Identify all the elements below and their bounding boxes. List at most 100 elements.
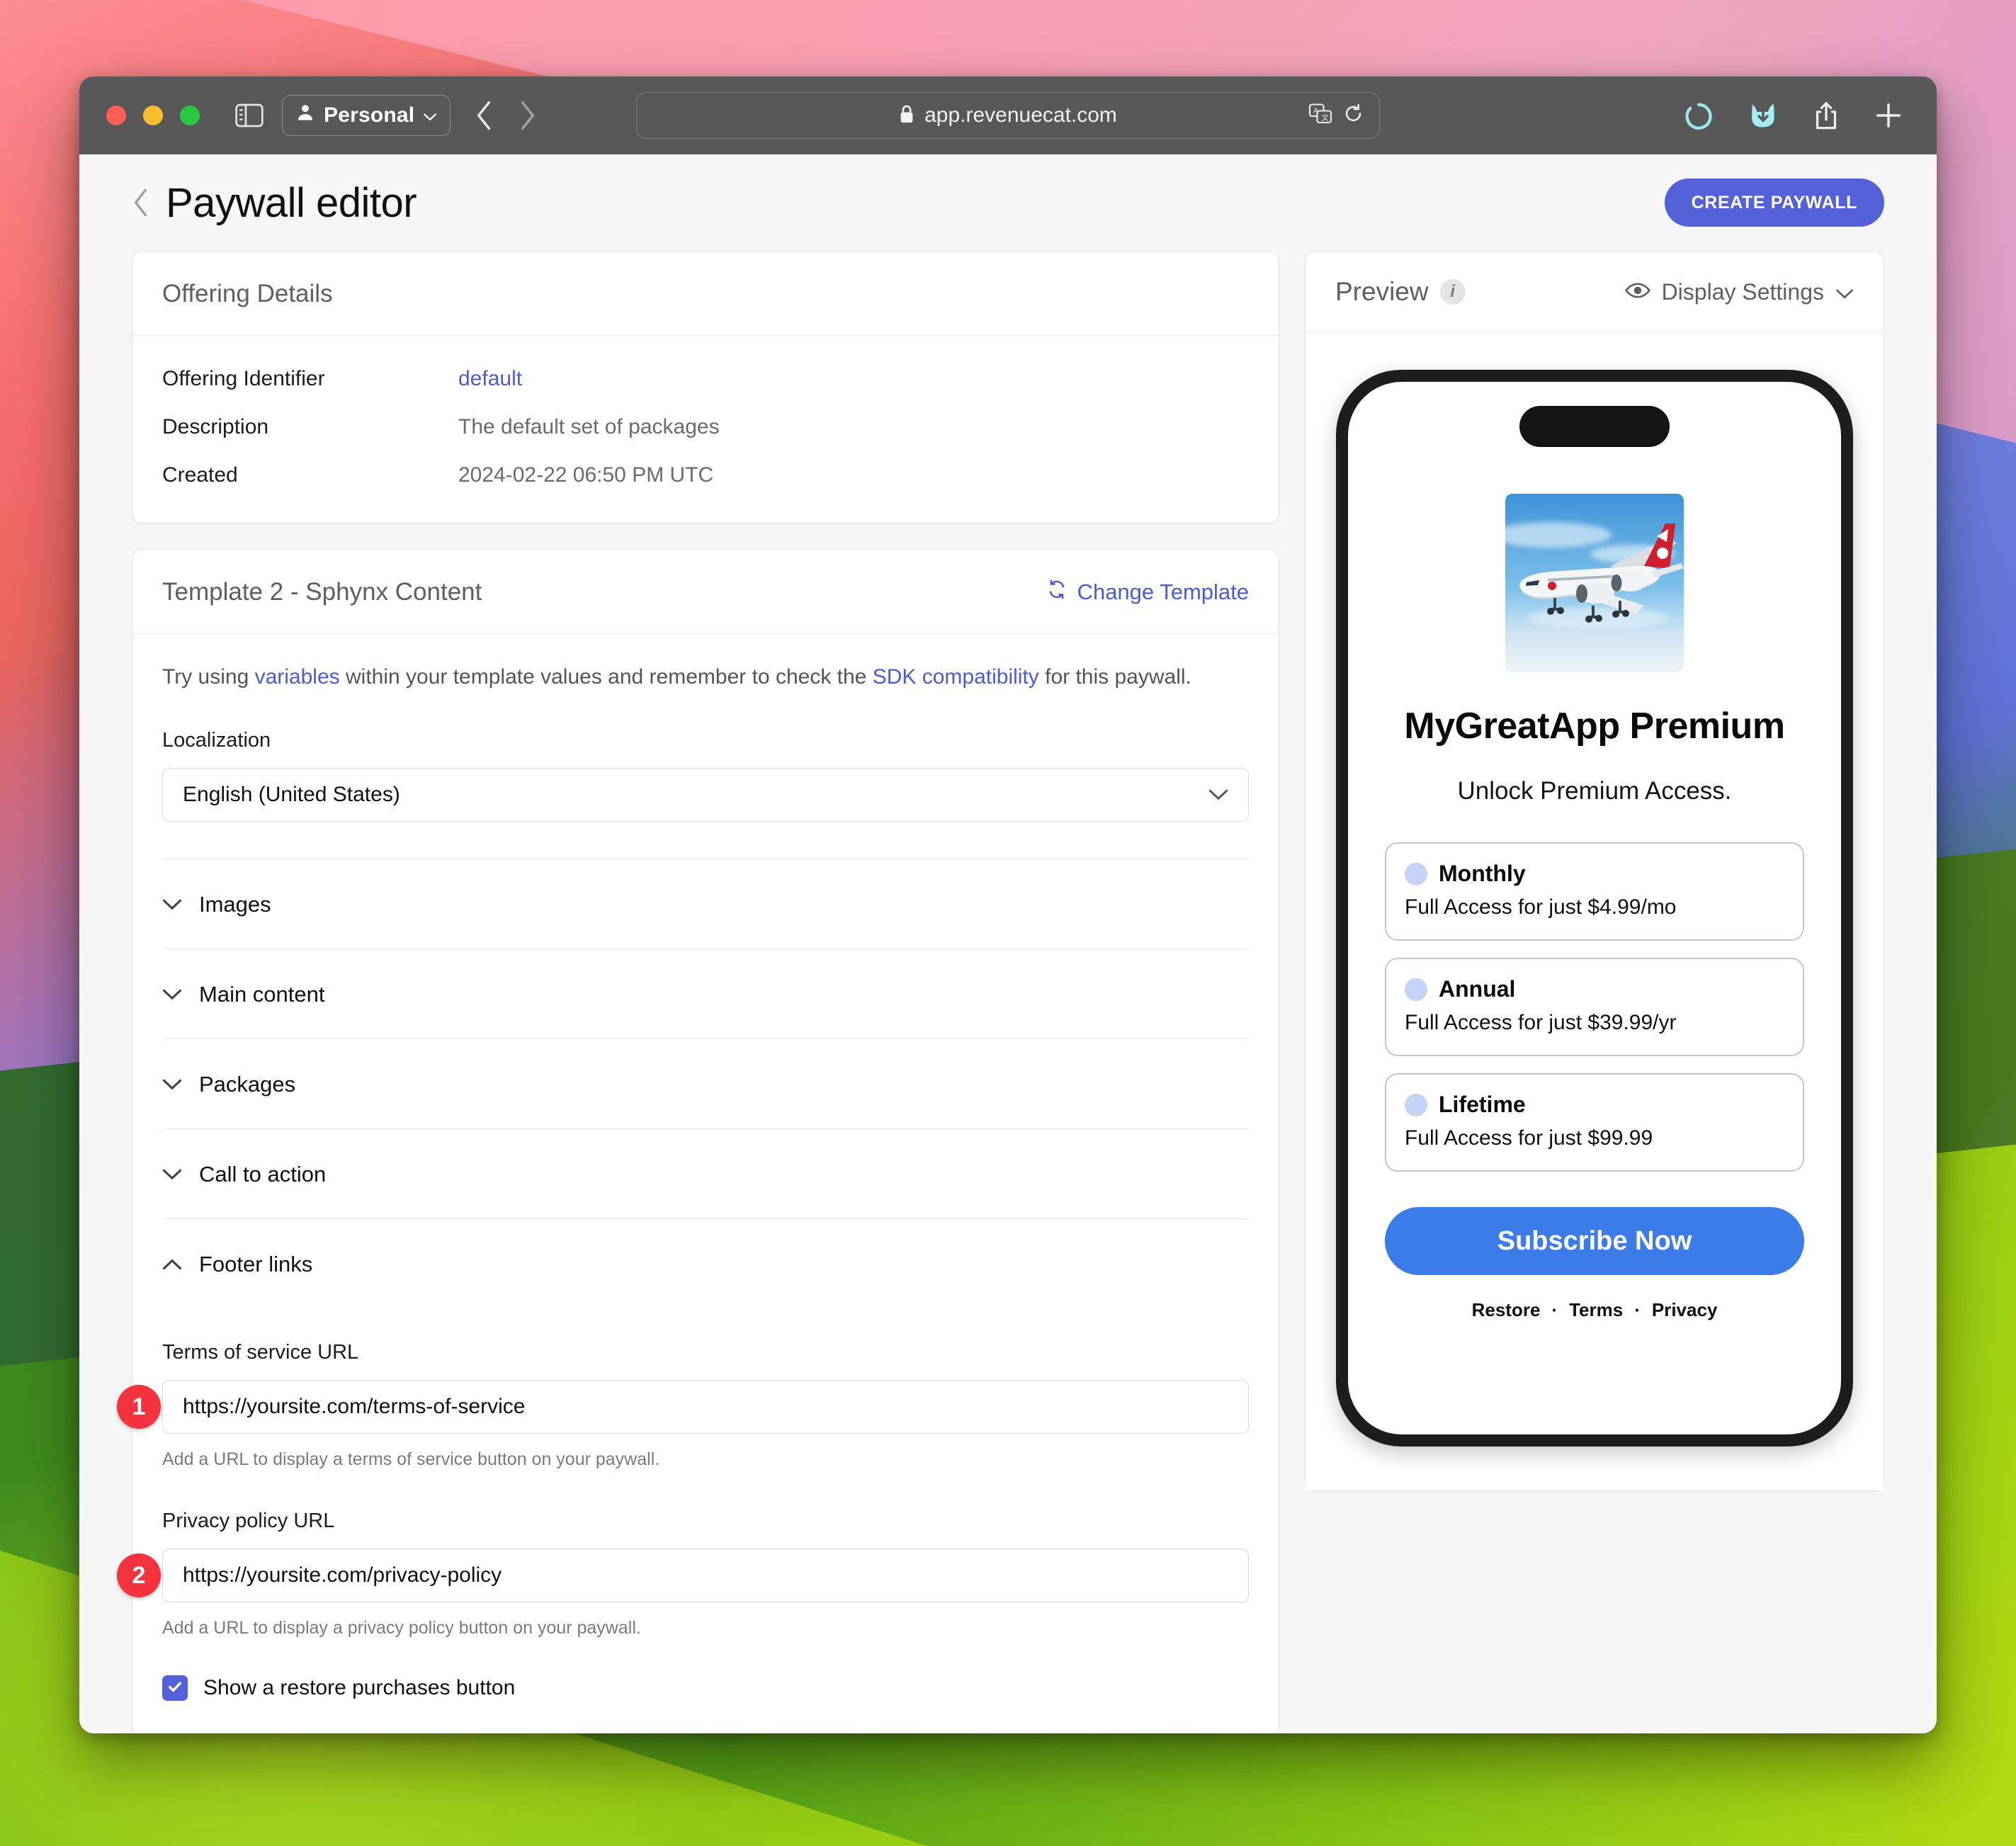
package-card-lifetime[interactable]: Lifetime Full Access for just $99.99: [1385, 1073, 1804, 1172]
template-card-header: Template 2 - Sphynx Content Change Templ…: [132, 550, 1279, 634]
accordion-call-to-action-label: Call to action: [199, 1162, 327, 1187]
info-icon[interactable]: i: [1439, 279, 1466, 305]
template-title: Template 2 - Sphynx Content: [162, 578, 482, 606]
change-template-label: Change Template: [1077, 579, 1249, 604]
package-subtitle: Full Access for just $4.99/mo: [1405, 895, 1677, 919]
paywall-footer-links: Restore · Terms · Privacy: [1472, 1299, 1718, 1321]
package-title: Lifetime: [1439, 1092, 1526, 1117]
window-controls: [106, 106, 200, 125]
package-header: Monthly: [1405, 861, 1784, 887]
terms-of-service-label: Terms of service URL: [162, 1341, 359, 1364]
paywall-subtitle: Unlock Premium Access.: [1457, 777, 1732, 805]
sidebar-icon[interactable]: [235, 103, 264, 128]
page-back-icon[interactable]: [132, 187, 150, 222]
privacy-link[interactable]: Privacy: [1652, 1299, 1718, 1321]
profile-switcher-button[interactable]: Personal: [282, 95, 451, 136]
package-list: Monthly Full Access for just $4.99/mo An…: [1385, 842, 1804, 1189]
accordion-footer-links[interactable]: Footer links: [162, 1219, 1249, 1308]
description-label: Description: [162, 415, 269, 438]
accordion-main-content[interactable]: Main content: [162, 949, 1249, 1039]
localization-label: Localization: [162, 729, 271, 752]
preview-body: MyGreatApp Premium Unlock Premium Access…: [1306, 333, 1884, 1490]
restore-purchases-checkbox[interactable]: [162, 1675, 188, 1701]
toolbar-right-actions: [1683, 100, 1910, 131]
loading-spinner-icon[interactable]: [1683, 100, 1714, 131]
translate-icon[interactable]: A 文: [1308, 103, 1332, 128]
create-paywall-button[interactable]: CREATE PAYWALL: [1664, 179, 1884, 227]
footer-separator: ·: [1634, 1299, 1641, 1320]
hint-part-2: within your template values and remember…: [339, 665, 873, 689]
accordion-call-to-action[interactable]: Call to action: [162, 1129, 1249, 1219]
subscribe-now-button[interactable]: Subscribe Now: [1385, 1207, 1804, 1275]
chevron-down-icon: [162, 1078, 182, 1091]
footer-separator: ·: [1551, 1299, 1558, 1320]
hint-part-3: for this paywall.: [1038, 665, 1191, 689]
hint-part-1: Try using: [162, 665, 255, 689]
privacy-policy-field-group: 2 Privacy policy URL Add a URL to displa…: [117, 1470, 1249, 1638]
page-title: Paywall editor: [166, 179, 417, 226]
offering-identifier-value[interactable]: default: [458, 367, 522, 391]
editor-column: Offering Details Offering Identifier def…: [117, 251, 1279, 1733]
check-icon: [166, 1678, 183, 1699]
restore-purchases-row[interactable]: Show a restore purchases button: [162, 1638, 1249, 1701]
accordion-images-label: Images: [199, 892, 271, 917]
preview-card: Preview i Display Settings MyGreatApp Pr…: [1305, 251, 1884, 1491]
terms-of-service-helper: Add a URL to display a terms of service …: [162, 1449, 660, 1469]
svg-text:A: A: [1313, 106, 1318, 115]
detail-row: Created 2024-02-22 06:50 PM UTC: [162, 463, 1249, 487]
chevron-down-icon: [1835, 279, 1854, 305]
close-window-button[interactable]: [106, 106, 126, 125]
accordion-footer-links-label: Footer links: [199, 1252, 313, 1276]
change-template-button[interactable]: Change Template: [1046, 579, 1249, 606]
offering-details-header: Offering Details: [132, 251, 1279, 336]
accordion-packages-label: Packages: [199, 1072, 296, 1097]
accordion-main-content-label: Main content: [199, 982, 325, 1007]
step-badge-1: 1: [117, 1385, 161, 1429]
chevron-down-icon: [162, 988, 182, 1001]
package-card-annual[interactable]: Annual Full Access for just $39.99/yr: [1385, 958, 1804, 1056]
restore-link[interactable]: Restore: [1472, 1299, 1541, 1321]
chevron-down-icon: [423, 103, 437, 128]
browser-toolbar: Personal app.revenuecat.com A 文: [79, 77, 1937, 154]
preview-title: Preview: [1335, 277, 1429, 306]
preview-column: Preview i Display Settings MyGreatApp Pr…: [1305, 251, 1884, 1491]
preview-header: Preview i Display Settings: [1306, 251, 1884, 333]
download-icon[interactable]: [1748, 101, 1778, 130]
person-icon: [295, 103, 315, 128]
chevron-down-icon: [162, 898, 182, 911]
localization-value: English (United States): [183, 783, 400, 806]
share-icon[interactable]: [1812, 100, 1840, 131]
accordion-packages[interactable]: Packages: [162, 1039, 1249, 1129]
package-title: Annual: [1439, 976, 1516, 1002]
chevron-up-icon: [162, 1258, 182, 1271]
created-label: Created: [162, 463, 238, 487]
plus-icon[interactable]: [1874, 101, 1903, 130]
accordion-images[interactable]: Images: [162, 859, 1249, 949]
offering-identifier-label: Offering Identifier: [162, 367, 325, 390]
maximize-window-button[interactable]: [180, 106, 200, 125]
variables-link[interactable]: variables: [255, 665, 340, 689]
display-settings-button[interactable]: Display Settings: [1624, 279, 1854, 305]
package-card-monthly[interactable]: Monthly Full Access for just $4.99/mo: [1385, 842, 1804, 941]
detail-row: Offering Identifier default: [162, 367, 1249, 391]
privacy-policy-input[interactable]: [162, 1548, 1249, 1602]
package-bullet-icon: [1405, 862, 1427, 885]
chevron-down-icon: [1208, 783, 1228, 807]
reload-icon[interactable]: [1344, 103, 1364, 128]
address-bar[interactable]: app.revenuecat.com A 文: [636, 92, 1380, 139]
browser-window: Personal app.revenuecat.com A 文 Paywall …: [79, 77, 1937, 1733]
terms-of-service-input[interactable]: [162, 1380, 1249, 1434]
minimize-window-button[interactable]: [143, 106, 163, 125]
paywall-title: MyGreatApp Premium: [1404, 706, 1785, 747]
chevron-down-icon: [162, 1168, 182, 1181]
terms-link[interactable]: Terms: [1569, 1299, 1623, 1321]
offering-details-card: Offering Details Offering Identifier def…: [132, 251, 1279, 523]
localization-select[interactable]: English (United States): [162, 768, 1249, 822]
privacy-policy-label: Privacy policy URL: [162, 1510, 335, 1532]
sdk-compatibility-link[interactable]: SDK compatibility: [873, 665, 1039, 689]
lock-icon: [899, 104, 914, 128]
browser-back-button[interactable]: [475, 100, 493, 131]
browser-forward-button[interactable]: [519, 100, 537, 131]
url-text: app.revenuecat.com: [924, 103, 1117, 127]
offering-details-body: Offering Identifier default Description …: [132, 336, 1279, 523]
